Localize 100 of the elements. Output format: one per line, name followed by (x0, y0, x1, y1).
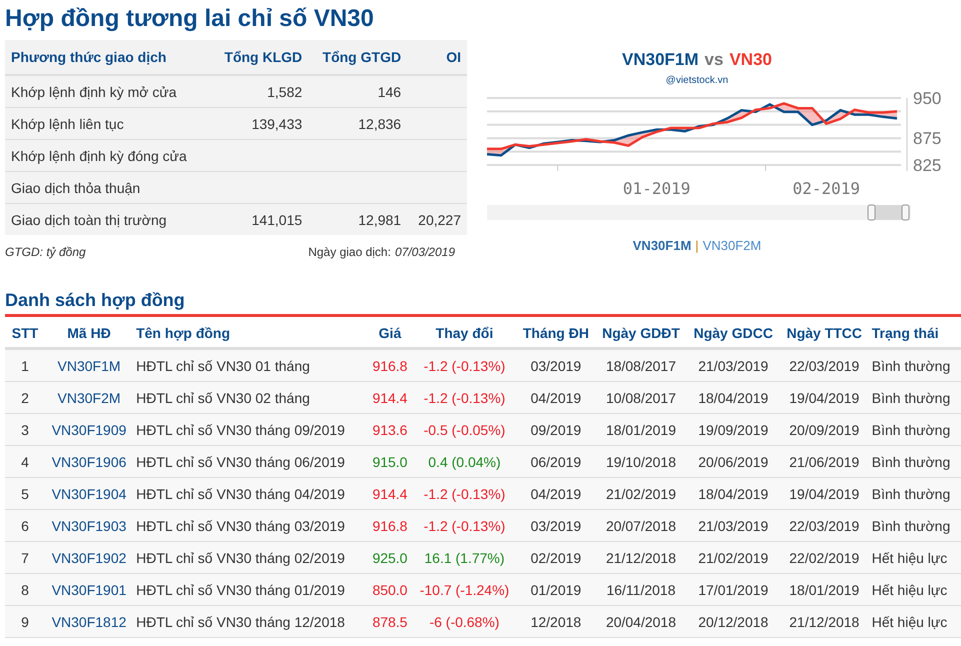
contract-name: HĐTL chỉ số VN30 tháng 09/2019 (136, 422, 345, 438)
range-navigator[interactable] (487, 204, 911, 222)
price-change: -1.2 (-0.13%) (424, 358, 506, 374)
row-number: 3 (21, 422, 29, 438)
column-header: OI (446, 49, 461, 65)
price-change: -0.5 (-0.05%) (424, 422, 506, 438)
expiry-month: 12/2018 (530, 614, 582, 630)
contract-name: HĐTL chỉ số VN30 tháng 03/2019 (136, 518, 345, 534)
last-trade-date: 21/03/2019 (698, 518, 768, 534)
row-number: 8 (21, 582, 29, 598)
trade-method: Khớp lệnh liên tục (11, 116, 124, 132)
page-title: Hợp đồng tương lai chỉ số VN30 (5, 4, 375, 34)
price-change: 16.1 (1.77%) (424, 550, 505, 566)
x-tick-label: 01-2019 (622, 179, 690, 198)
settlement-date: 22/03/2019 (789, 358, 860, 374)
status: Bình thường (872, 518, 950, 534)
row-number: 6 (21, 518, 29, 534)
expiry-month: 02/2019 (530, 550, 582, 566)
summary-value: 146 (378, 84, 402, 100)
price: 913.6 (372, 422, 408, 438)
column-header: Ngày TTCC (786, 325, 862, 341)
unit-note: GTGD: tỷ đồng (5, 245, 87, 259)
summary-value: 139,433 (252, 116, 302, 132)
column-header: STT (12, 325, 38, 341)
section-title: Danh sách hợp đồng (5, 284, 961, 317)
expiry-month: 03/2019 (530, 518, 582, 534)
first-trade-date: 20/04/2018 (606, 614, 676, 630)
row-number: 5 (21, 486, 29, 502)
trade-method: Giao dịch toàn thị trường (11, 212, 167, 228)
settlement-date: 19/04/2019 (789, 486, 860, 502)
trade-date-label: Ngày giao dịch: (308, 245, 391, 259)
price: 925.0 (372, 550, 408, 566)
chart-title: vs (704, 50, 724, 70)
price: 916.8 (372, 518, 408, 534)
y-tick-label: 825 (913, 156, 942, 175)
contract-link[interactable]: VN30F1M (632, 238, 692, 253)
last-trade-date: 20/06/2019 (698, 454, 768, 470)
column-header: Ngày GDĐT (602, 325, 680, 341)
price: 914.4 (372, 486, 408, 502)
contract-name: HĐTL chỉ số VN30 tháng 02/2019 (136, 550, 345, 566)
summary-value: 12,836 (358, 116, 402, 132)
first-trade-date: 18/01/2019 (606, 422, 676, 438)
settlement-date: 22/02/2019 (789, 550, 860, 566)
settlement-date: 22/03/2019 (789, 518, 860, 534)
status: Bình thường (872, 486, 950, 502)
summary-value: 1,582 (267, 84, 302, 100)
chart-title: VN30 (729, 50, 772, 70)
contract-link[interactable]: VN30F2M (702, 238, 762, 253)
price-change: -1.2 (-0.13%) (424, 518, 506, 534)
first-trade-date: 19/10/2018 (606, 454, 676, 470)
contract-name: HĐTL chỉ số VN30 tháng 01/2019 (136, 582, 345, 598)
first-trade-date: 10/08/2017 (606, 390, 676, 406)
contract-name: HĐTL chỉ số VN30 tháng 04/2019 (136, 486, 345, 502)
chart-credit: @vietstock.vn (664, 75, 730, 86)
first-trade-date: 21/02/2019 (606, 486, 676, 502)
expiry-month: 09/2019 (530, 422, 582, 438)
trade-method: Khớp lệnh định kỳ đóng cửa (11, 148, 187, 164)
expiry-month: 04/2019 (530, 486, 582, 502)
price: 914.4 (372, 390, 408, 406)
column-header: Trạng thái (872, 325, 939, 341)
row-number: 4 (21, 454, 29, 470)
contract-name: HĐTL chỉ số VN30 02 tháng (136, 390, 310, 406)
contract-name: HĐTL chỉ số VN30 tháng 06/2019 (136, 454, 345, 470)
settlement-date: 19/04/2019 (789, 390, 860, 406)
price-change: -6 (-0.68%) (429, 614, 500, 630)
price-change: 0.4 (0.04%) (428, 454, 501, 470)
column-header: Tổng GTGD (322, 49, 402, 65)
last-trade-date: 17/01/2019 (698, 582, 768, 598)
trade-date: 07/03/2019 (394, 245, 455, 259)
expiry-month: 01/2019 (530, 582, 582, 598)
last-trade-date: 21/02/2019 (698, 550, 768, 566)
settlement-date: 18/01/2019 (789, 582, 860, 598)
separator: | (695, 238, 699, 253)
last-trade-date: 18/04/2019 (698, 486, 768, 502)
contract-name: HĐTL chỉ số VN30 tháng 12/2018 (136, 614, 345, 630)
column-header: Tháng ĐH (522, 325, 589, 341)
last-trade-date: 20/12/2018 (698, 614, 768, 630)
price: 878.5 (372, 614, 408, 630)
x-tick-label: 02-2019 (792, 179, 860, 198)
expiry-month: 04/2019 (530, 390, 582, 406)
column-header: Ngày GDCC (694, 325, 773, 341)
summary-value: 141,015 (252, 212, 302, 228)
settlement-date: 21/06/2019 (789, 454, 860, 470)
summary-value: 20,227 (418, 212, 461, 228)
row-number: 7 (21, 550, 29, 566)
price: 916.8 (372, 358, 408, 374)
status: Bình thường (872, 422, 950, 438)
price-change: -1.2 (-0.13%) (424, 486, 506, 502)
y-tick-label: 950 (913, 89, 942, 108)
first-trade-date: 18/08/2017 (606, 358, 676, 374)
row-number: 2 (21, 390, 29, 406)
settlement-date: 20/09/2019 (789, 422, 860, 438)
status: Bình thường (872, 390, 950, 406)
column-header: Thay đổi (436, 325, 494, 341)
column-header: Phương thức giao dịch (11, 49, 166, 65)
price-change: -1.2 (-0.13%) (424, 390, 506, 406)
row-number: 1 (21, 358, 29, 374)
last-trade-date: 18/04/2019 (698, 390, 768, 406)
first-trade-date: 20/07/2018 (606, 518, 676, 534)
first-trade-date: 21/12/2018 (606, 550, 676, 566)
